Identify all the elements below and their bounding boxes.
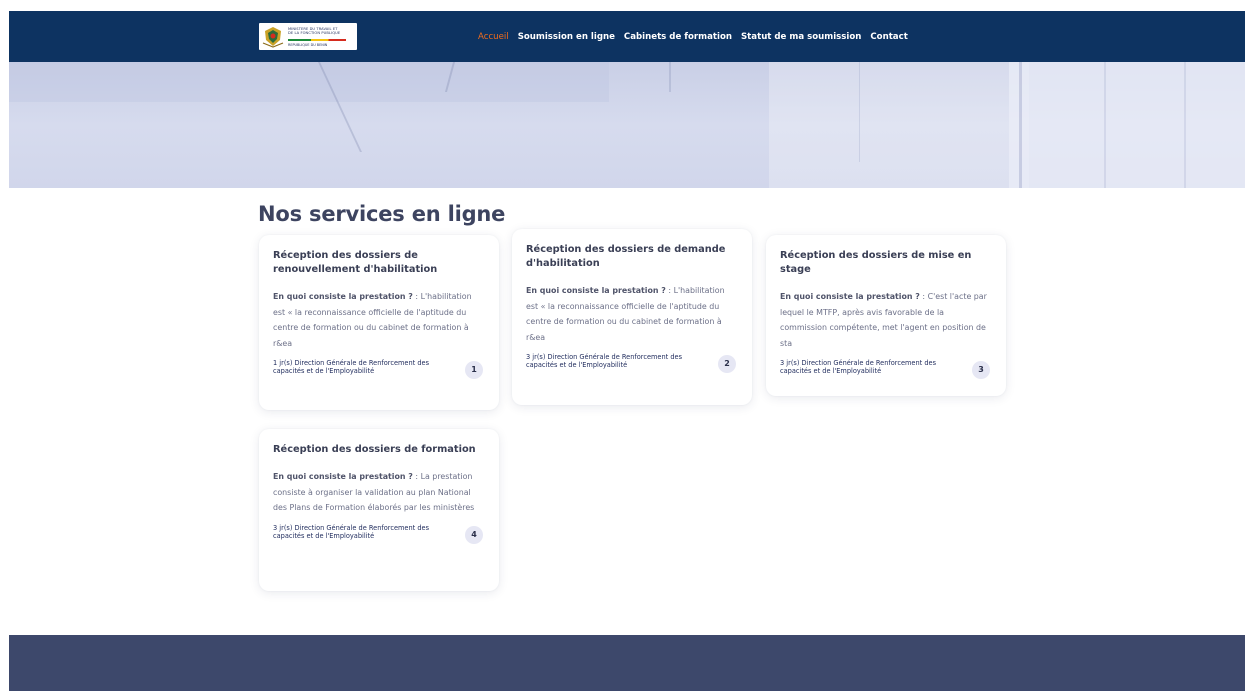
logo-line-3: REPUBLIQUE DU BENIN <box>288 43 328 47</box>
card-number-badge: 4 <box>465 525 483 544</box>
card-number-badge: 2 <box>718 355 736 373</box>
service-card-3[interactable]: Réception des dossiers de mise en stage … <box>766 235 1006 396</box>
nav-item-accueil[interactable]: Accueil <box>478 32 509 42</box>
card-organization: Direction Générale de Renforcement des c… <box>273 359 430 376</box>
nav-item-statut[interactable]: Statut de ma soumission <box>741 32 861 42</box>
card-title: Réception des dossiers de formation <box>273 444 476 455</box>
nav-item-contact[interactable]: Contact <box>870 32 907 42</box>
nav-item-cabinets[interactable]: Cabinets de formation <box>624 32 732 42</box>
service-card-4[interactable]: Réception des dossiers de formation En q… <box>259 429 499 591</box>
logo-text: MINISTERE DU TRAVAIL ET DE LA FONCTION P… <box>288 27 354 35</box>
card-description: En quoi consiste la prestation ? : L'hab… <box>526 283 738 345</box>
top-strip <box>9 0 1245 11</box>
card-duration: 1 jr(s) <box>273 359 293 367</box>
card-duration: 3 jr(s) <box>780 359 800 367</box>
card-number-badge: 1 <box>465 361 483 379</box>
nav-item-soumission[interactable]: Soumission en ligne <box>518 32 615 42</box>
card-description-lead: En quoi consiste la prestation ? <box>780 292 920 301</box>
card-title: Réception des dossiers de demande d'habi… <box>526 244 726 269</box>
card-description-lead: En quoi consiste la prestation ? <box>273 472 413 481</box>
card-description-lead: En quoi consiste la prestation ? <box>526 286 666 295</box>
card-description: En quoi consiste la prestation ? : L'hab… <box>273 289 485 351</box>
card-meta: 3 jr(s) Direction Générale de Renforceme… <box>273 523 485 544</box>
hero-banner <box>9 62 1245 188</box>
card-organization: Direction Générale de Renforcement des c… <box>526 353 683 370</box>
card-meta: 3 jr(s) Direction Générale de Renforceme… <box>780 359 992 379</box>
main-menu: Accueil Soumission en ligne Cabinets de … <box>478 32 917 42</box>
card-number-badge: 3 <box>972 361 990 379</box>
ministry-logo[interactable]: MINISTERE DU TRAVAIL ET DE LA FONCTION P… <box>259 23 357 50</box>
card-meta: 1 jr(s) Direction Générale de Renforceme… <box>273 359 485 379</box>
card-duration: 3 jr(s) <box>526 353 546 361</box>
service-card-2[interactable]: Réception des dossiers de demande d'habi… <box>512 229 752 405</box>
card-title: Réception des dossiers de mise en stage <box>780 250 972 275</box>
card-organization: Direction Générale de Renforcement des c… <box>273 523 430 540</box>
logo-line-2: DE LA FONCTION PUBLIQUE <box>288 31 341 36</box>
card-description: En quoi consiste la prestation ? : C'est… <box>780 289 992 351</box>
coat-of-arms-icon <box>262 27 284 48</box>
page-footer <box>9 635 1245 691</box>
card-title: Réception des dossiers de renouvellement… <box>273 250 438 275</box>
card-description: En quoi consiste la prestation ? : La pr… <box>273 469 485 516</box>
service-card-1[interactable]: Réception des dossiers de renouvellement… <box>259 235 499 410</box>
card-meta: 3 jr(s) Direction Générale de Renforceme… <box>526 353 738 373</box>
logo-flag-stripe <box>288 39 346 41</box>
section-title: Nos services en ligne <box>258 202 506 226</box>
navbar: MINISTERE DU TRAVAIL ET DE LA FONCTION P… <box>9 11 1245 62</box>
card-organization: Direction Générale de Renforcement des c… <box>780 359 937 376</box>
card-description-lead: En quoi consiste la prestation ? <box>273 292 413 301</box>
card-duration: 3 jr(s) <box>273 523 293 532</box>
